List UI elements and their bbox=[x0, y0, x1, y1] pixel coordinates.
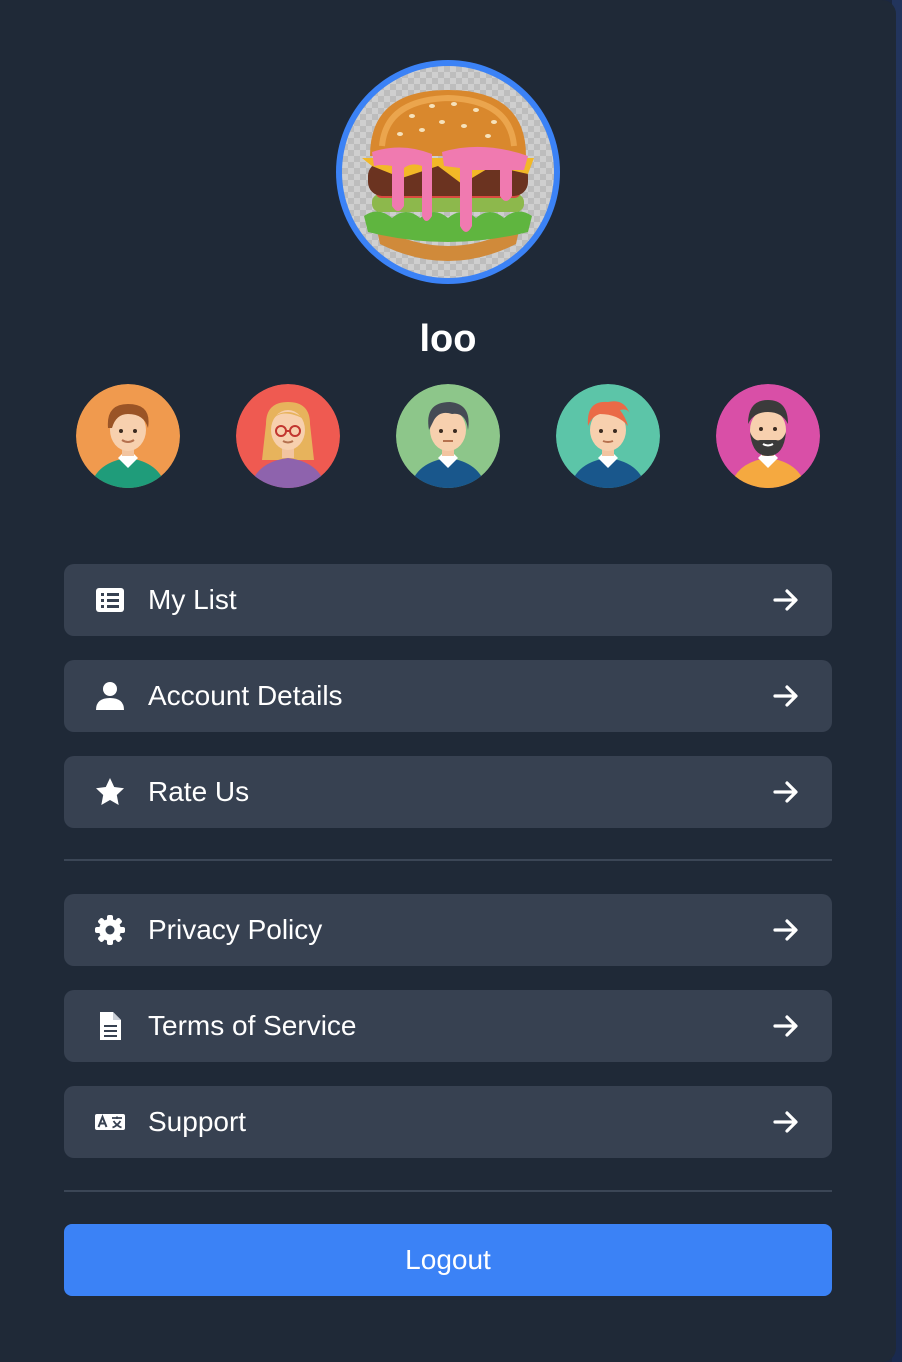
burger-image bbox=[342, 66, 554, 278]
woman-glasses-avatar[interactable] bbox=[236, 384, 340, 488]
arrow-right-icon bbox=[773, 1015, 798, 1037]
star-icon bbox=[96, 778, 124, 805]
menu-item-rate-us[interactable]: Rate Us bbox=[64, 756, 832, 828]
logout-button[interactable]: Logout bbox=[64, 1224, 832, 1296]
menu-divider bbox=[64, 1190, 832, 1192]
user-icon bbox=[96, 682, 124, 710]
menu-item-support[interactable]: Support bbox=[64, 1086, 832, 1158]
boy-brown-hair-avatar[interactable] bbox=[76, 384, 180, 488]
man-red-hair-avatar[interactable] bbox=[556, 384, 660, 488]
menu-item-label: Support bbox=[148, 1106, 247, 1137]
man-dark-hair-avatar[interactable] bbox=[396, 384, 500, 488]
bearded-man-avatar[interactable] bbox=[716, 384, 820, 488]
menu-item-label: Terms of Service bbox=[148, 1010, 357, 1041]
profile-panel: loo My List Account Details Rate Us Priv… bbox=[0, 0, 896, 1362]
document-icon bbox=[100, 1012, 121, 1040]
translate-icon bbox=[95, 1114, 125, 1130]
gear-icon bbox=[95, 915, 125, 945]
menu-item-label: Privacy Policy bbox=[148, 914, 323, 945]
arrow-right-icon bbox=[773, 1111, 798, 1133]
list-icon bbox=[96, 588, 124, 612]
arrow-right-icon bbox=[773, 685, 798, 707]
menu-divider bbox=[64, 859, 832, 861]
arrow-right-icon bbox=[773, 589, 798, 611]
menu-item-privacy-policy[interactable]: Privacy Policy bbox=[64, 894, 832, 966]
avatar-choices bbox=[76, 384, 820, 488]
menu-item-label: My List bbox=[148, 584, 237, 615]
profile-avatar[interactable] bbox=[336, 60, 560, 284]
profile-username: loo bbox=[419, 318, 477, 360]
menu-item-my-list[interactable]: My List bbox=[64, 564, 832, 636]
menu-item-label: Account Details bbox=[148, 680, 343, 711]
arrow-right-icon bbox=[773, 781, 798, 803]
arrow-right-icon bbox=[773, 919, 798, 941]
menu-item-label: Rate Us bbox=[148, 776, 250, 807]
menu-item-terms-of-service[interactable]: Terms of Service bbox=[64, 990, 832, 1062]
menu-item-account-details[interactable]: Account Details bbox=[64, 660, 832, 732]
